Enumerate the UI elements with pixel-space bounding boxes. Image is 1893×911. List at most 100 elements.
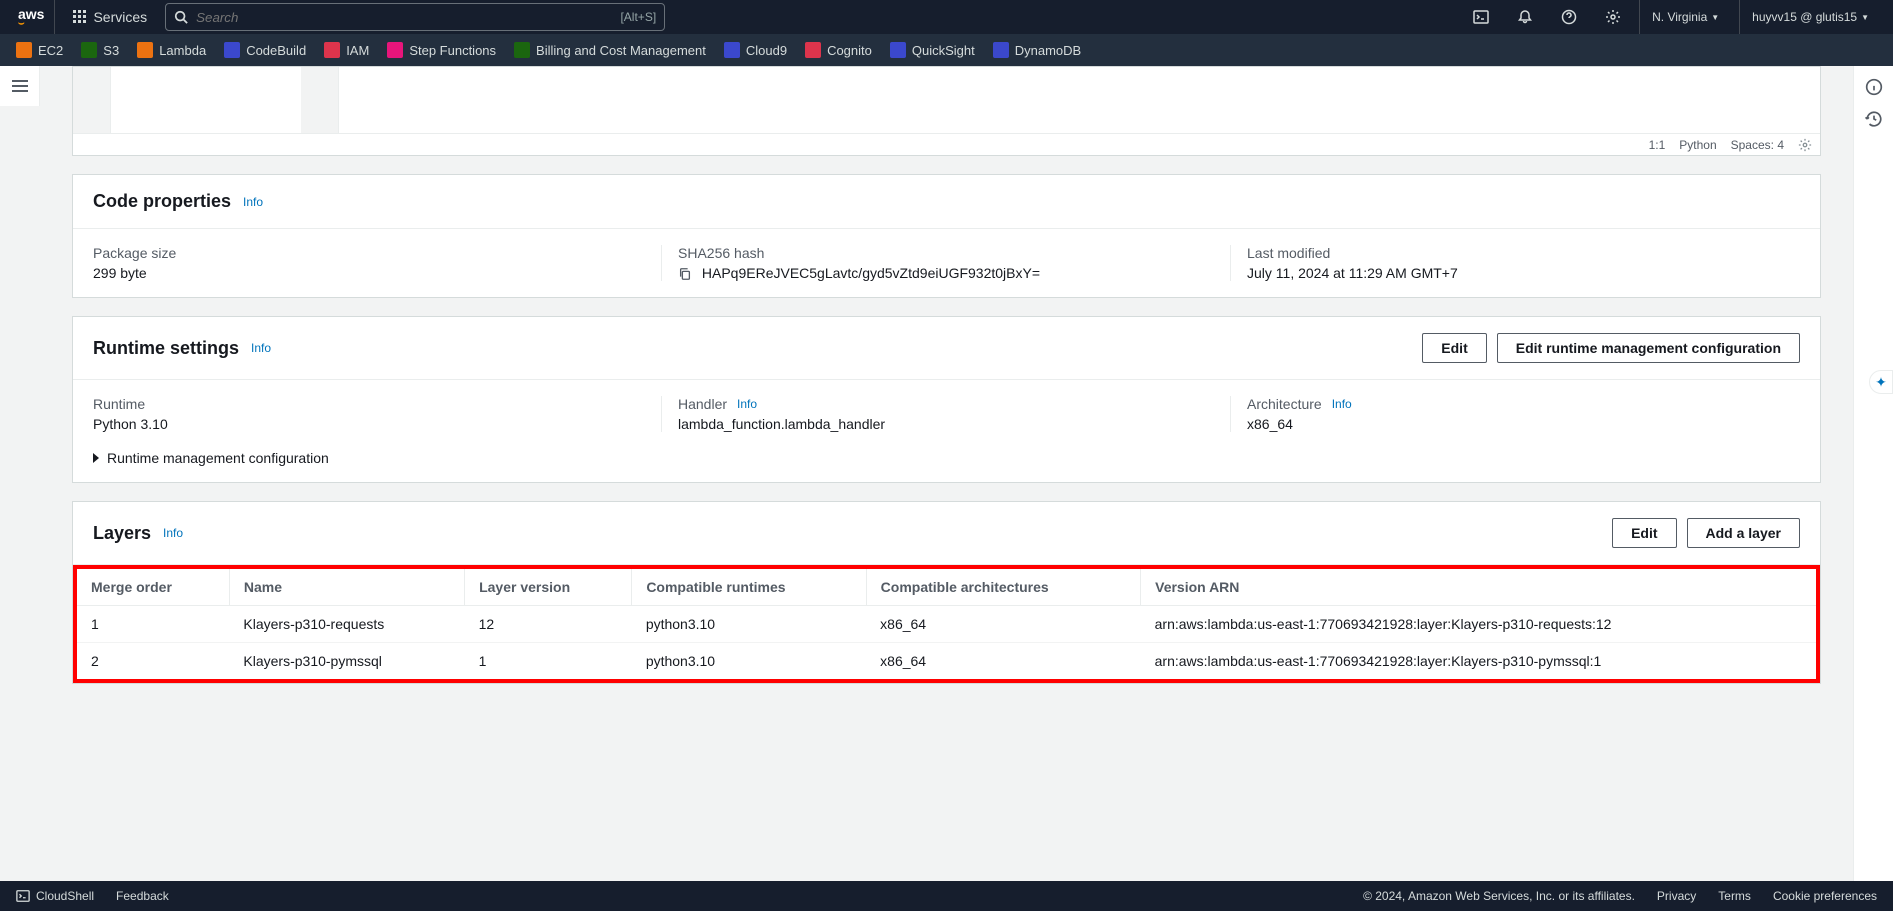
panel-title: Runtime settings — [93, 338, 239, 359]
editor-area[interactable] — [73, 67, 1820, 133]
triangle-right-icon — [93, 453, 99, 463]
cursor-position: 1:1 — [1649, 138, 1666, 152]
service-icon — [805, 42, 821, 58]
cookies-link[interactable]: Cookie preferences — [1773, 889, 1877, 903]
search-input[interactable] — [196, 10, 620, 25]
info-link[interactable]: Info — [1332, 397, 1352, 411]
info-link[interactable]: Info — [243, 195, 263, 209]
runtime-label: Runtime — [93, 396, 645, 412]
runtime-value: Python 3.10 — [93, 416, 645, 432]
region-selector[interactable]: N. Virginia ▼ — [1639, 0, 1731, 34]
service-shortcut[interactable]: Billing and Cost Management — [514, 42, 706, 58]
service-shortcut[interactable]: QuickSight — [890, 42, 975, 58]
copy-icon[interactable] — [678, 267, 692, 281]
account-selector[interactable]: huyvv15 @ glutis15 ▼ — [1739, 0, 1881, 34]
last-modified-value: July 11, 2024 at 11:29 AM GMT+7 — [1247, 265, 1784, 281]
aws-logo[interactable]: aws⌣ — [12, 0, 55, 34]
assistant-badge[interactable]: ✦ — [1869, 370, 1893, 394]
cloudshell-icon[interactable] — [1471, 7, 1491, 27]
service-shortcut[interactable]: Cognito — [805, 42, 872, 58]
main-content: 1:1 Python Spaces: 4 Code properties Inf… — [48, 66, 1845, 726]
notifications-icon[interactable] — [1515, 7, 1535, 27]
terms-link[interactable]: Terms — [1718, 889, 1751, 903]
panel-title: Layers — [93, 523, 151, 544]
service-icon — [16, 42, 32, 58]
search-shortcut-hint: [Alt+S] — [620, 10, 656, 24]
info-link[interactable]: Info — [163, 526, 183, 540]
service-label: DynamoDB — [1015, 43, 1081, 58]
privacy-link[interactable]: Privacy — [1657, 889, 1696, 903]
service-shortcut[interactable]: S3 — [81, 42, 119, 58]
service-label: Step Functions — [409, 43, 496, 58]
info-panel-icon[interactable] — [1865, 78, 1883, 96]
service-label: QuickSight — [912, 43, 975, 58]
add-layer-button[interactable]: Add a layer — [1687, 518, 1800, 548]
cloudshell-icon — [16, 889, 30, 903]
table-row[interactable]: 2Klayers-p310-pymssql1python3.10x86_64ar… — [77, 643, 1816, 680]
service-label: Cognito — [827, 43, 872, 58]
side-nav-toggle[interactable] — [0, 66, 40, 106]
edit-runtime-mgmt-button[interactable]: Edit runtime management configuration — [1497, 333, 1800, 363]
service-icon — [724, 42, 740, 58]
service-icon — [224, 42, 240, 58]
editor-indent[interactable]: Spaces: 4 — [1731, 138, 1784, 152]
col-arch[interactable]: Compatible architectures — [866, 569, 1140, 606]
cell-version: 12 — [465, 606, 632, 643]
cloudshell-button[interactable]: CloudShell — [16, 889, 94, 903]
code-editor: 1:1 Python Spaces: 4 — [72, 66, 1821, 156]
col-runtimes[interactable]: Compatible runtimes — [632, 569, 866, 606]
service-shortcut[interactable]: Lambda — [137, 42, 206, 58]
service-shortcut[interactable]: IAM — [324, 42, 369, 58]
editor-status-bar: 1:1 Python Spaces: 4 — [73, 133, 1820, 155]
col-version[interactable]: Layer version — [465, 569, 632, 606]
editor-gutter — [73, 67, 111, 133]
editor-gutter-secondary — [301, 67, 339, 133]
service-icon — [514, 42, 530, 58]
package-size-value: 299 byte — [93, 265, 645, 281]
top-nav: aws⌣ Services [Alt+S] N. Virginia ▼ huyv… — [0, 0, 1893, 34]
gear-icon[interactable] — [1798, 138, 1812, 152]
handler-label: Handler — [678, 396, 727, 412]
service-shortcut[interactable]: Step Functions — [387, 42, 496, 58]
service-shortcut[interactable]: CodeBuild — [224, 42, 306, 58]
service-shortcut[interactable]: DynamoDB — [993, 42, 1081, 58]
cell-name: Klayers-p310-pymssql — [229, 643, 464, 680]
cell-name: Klayers-p310-requests — [229, 606, 464, 643]
cell-arn: arn:aws:lambda:us-east-1:770693421928:la… — [1141, 606, 1816, 643]
service-shortcut[interactable]: Cloud9 — [724, 42, 787, 58]
table-row[interactable]: 1Klayers-p310-requests12python3.10x86_64… — [77, 606, 1816, 643]
search-box[interactable]: [Alt+S] — [165, 3, 665, 31]
col-arn[interactable]: Version ARN — [1141, 569, 1816, 606]
col-name[interactable]: Name — [229, 569, 464, 606]
help-icon[interactable] — [1559, 7, 1579, 27]
feedback-link[interactable]: Feedback — [116, 889, 169, 903]
account-label: huyvv15 @ glutis15 — [1752, 10, 1857, 24]
edit-layers-button[interactable]: Edit — [1612, 518, 1676, 548]
col-merge-order[interactable]: Merge order — [77, 569, 229, 606]
cell-version: 1 — [465, 643, 632, 680]
service-icon — [387, 42, 403, 58]
footer: CloudShell Feedback © 2024, Amazon Web S… — [0, 881, 1893, 911]
runtime-mgmt-expand[interactable]: Runtime management configuration — [93, 450, 1800, 466]
edit-runtime-button[interactable]: Edit — [1422, 333, 1486, 363]
service-shortcut[interactable]: EC2 — [16, 42, 63, 58]
settings-icon[interactable] — [1603, 7, 1623, 27]
history-icon[interactable] — [1865, 110, 1883, 128]
service-icon — [137, 42, 153, 58]
last-modified-label: Last modified — [1247, 245, 1784, 261]
editor-language[interactable]: Python — [1679, 138, 1716, 152]
info-link[interactable]: Info — [737, 397, 757, 411]
arch-value: x86_64 — [1247, 416, 1784, 432]
services-menu[interactable]: Services — [63, 9, 157, 25]
service-label: S3 — [103, 43, 119, 58]
info-link[interactable]: Info — [251, 341, 271, 355]
sha-label: SHA256 hash — [678, 245, 1214, 261]
service-label: Cloud9 — [746, 43, 787, 58]
cell-arch: x86_64 — [866, 643, 1140, 680]
service-icon — [81, 42, 97, 58]
cloudshell-label: CloudShell — [36, 889, 94, 903]
cell-order: 2 — [77, 643, 229, 680]
apps-grid-icon — [73, 10, 87, 24]
service-shortcut-bar: EC2 S3 Lambda CodeBuild IAM Step Functions Bil… — [0, 34, 1893, 66]
layers-table-highlighted: Merge order Name Layer version Compatibl… — [73, 565, 1820, 683]
